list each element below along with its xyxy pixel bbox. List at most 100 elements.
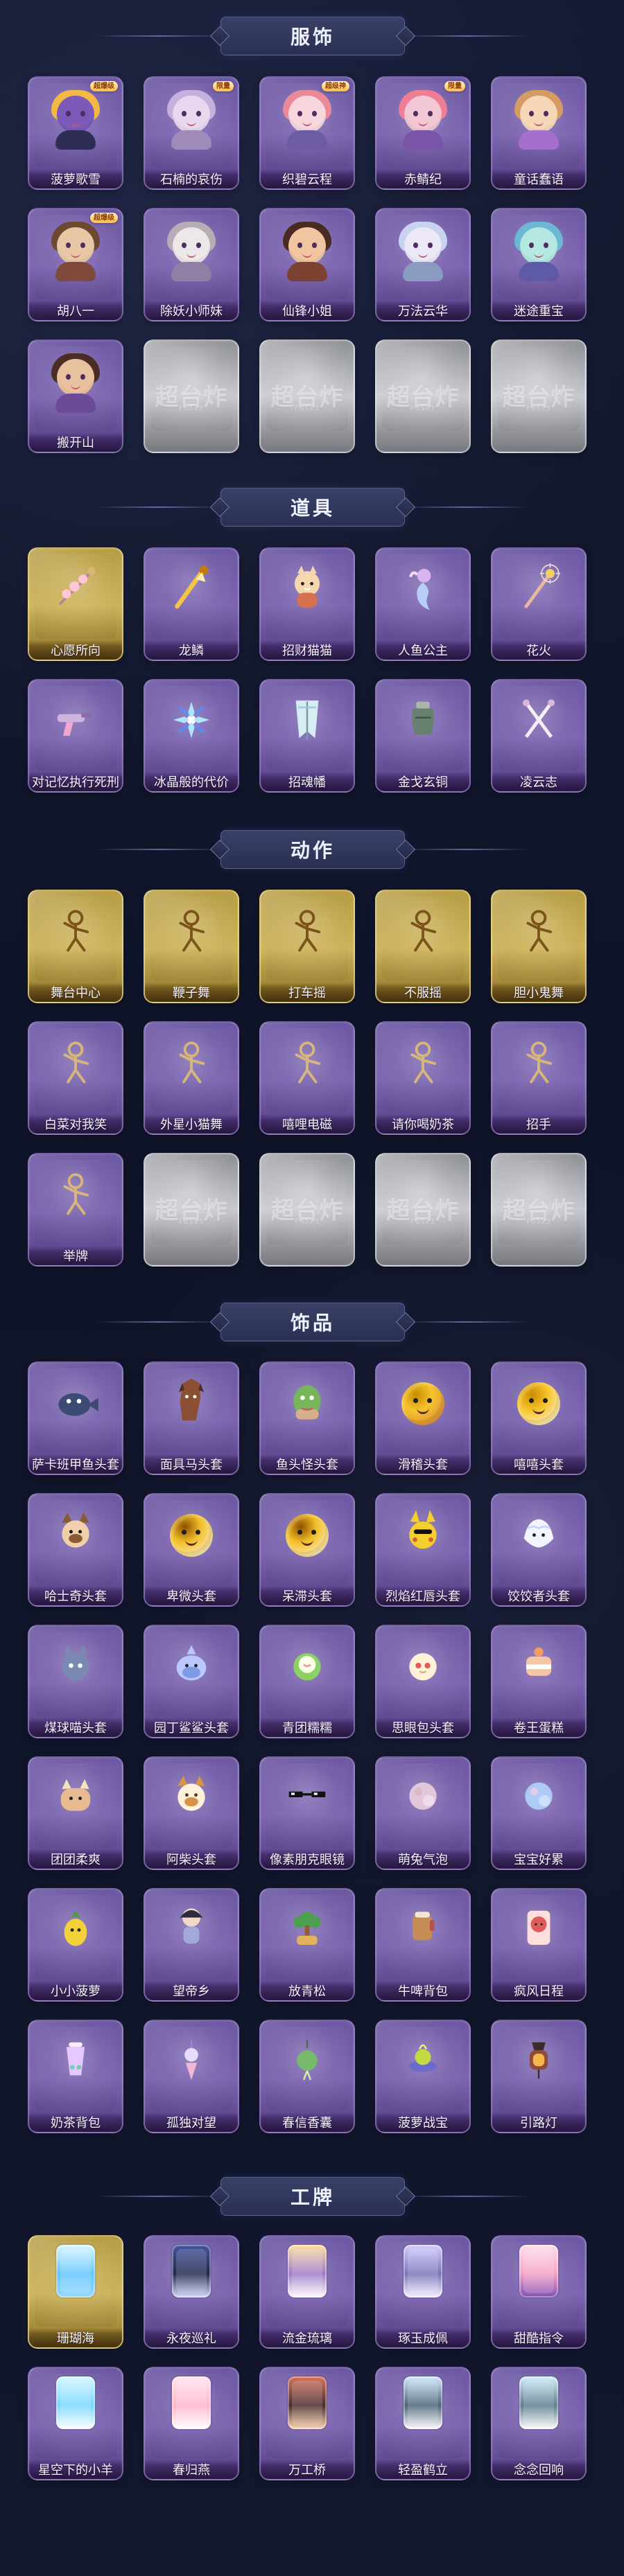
items-card-4[interactable]: 人鱼公主 bbox=[375, 547, 471, 661]
face-shape bbox=[404, 227, 442, 265]
face-shape bbox=[173, 96, 210, 133]
items-card-3[interactable]: 招财猫猫 bbox=[259, 547, 355, 661]
accessories-card-10[interactable]: 饺饺者头套 bbox=[491, 1493, 587, 1607]
bubble-icon bbox=[409, 1782, 437, 1810]
badges-card-1[interactable]: 珊瑚海 bbox=[28, 2235, 123, 2349]
actions-card-10[interactable]: 招手 bbox=[491, 1021, 587, 1135]
accessories-card-15[interactable]: 卷王蛋糕 bbox=[491, 1625, 587, 1738]
badges-card-2[interactable]: 永夜巡礼 bbox=[144, 2235, 239, 2349]
items-card-10[interactable]: 凌云志 bbox=[491, 679, 587, 793]
accessories-card-7[interactable]: 卑微头套 bbox=[144, 1493, 239, 1607]
accessories-card-11[interactable]: 煤球喵头套 bbox=[28, 1625, 123, 1738]
pixel-glasses-icon bbox=[288, 1791, 326, 1797]
accessories-card-30[interactable]: 引路灯 bbox=[491, 2020, 587, 2133]
accessories-card-9[interactable]: 烈焰红唇头套 bbox=[375, 1493, 471, 1607]
accessories-card-8[interactable]: 呆滞头套 bbox=[259, 1493, 355, 1607]
actions-card-1[interactable]: 舞台中心 bbox=[28, 890, 123, 1003]
right-eye bbox=[427, 1398, 432, 1403]
actions-card-12[interactable]: 超台炸 Fd5x3 bbox=[144, 1153, 239, 1267]
accessories-card-13[interactable]: 青团糯糯 bbox=[259, 1625, 355, 1738]
accessories-card-23[interactable]: 放青松 bbox=[259, 1888, 355, 2002]
items-card-8[interactable]: 招魂幡 bbox=[259, 679, 355, 793]
accessories-card-24[interactable]: 牛啤背包 bbox=[375, 1888, 471, 2002]
emoji-head-icon bbox=[276, 1507, 338, 1569]
badges-card-4[interactable]: 琢玉成佩 bbox=[375, 2235, 471, 2349]
accessories-card-12[interactable]: 园丁鲨鲨头套 bbox=[144, 1625, 239, 1738]
clothing-card-5[interactable]: 童话蠢语 bbox=[491, 76, 587, 190]
items-card-1[interactable]: 心愿所向 bbox=[28, 547, 123, 661]
accessories-card-28[interactable]: 春信香囊 bbox=[259, 2020, 355, 2133]
left-eye bbox=[529, 242, 534, 248]
actions-card-2[interactable]: 鞭子舞 bbox=[144, 890, 239, 1003]
badges-card-9[interactable]: 轻盈鹤立 bbox=[375, 2367, 471, 2480]
accessories-card-21[interactable]: 小小菠萝 bbox=[28, 1888, 123, 2002]
clothing-card-2[interactable]: 限量 石楠的哀伤 bbox=[144, 76, 239, 190]
accessories-card-2[interactable]: 面具马头套 bbox=[144, 1361, 239, 1475]
face-shape bbox=[173, 227, 210, 265]
accessories-card-16[interactable]: 团团柔爽 bbox=[28, 1756, 123, 1870]
actions-card-8[interactable]: 嘻哩电磁 bbox=[259, 1021, 355, 1135]
badges-card-5[interactable]: 甜酷指令 bbox=[491, 2235, 587, 2349]
actions-card-15[interactable]: 超台炸 Fd5x3 bbox=[491, 1153, 587, 1267]
dance-pose-icon bbox=[526, 1041, 553, 1084]
badges-card-6[interactable]: 星空下的小羊 bbox=[28, 2367, 123, 2480]
clothing-card-3[interactable]: 超级神 织碧云程 bbox=[259, 76, 355, 190]
items-card-6[interactable]: 对记忆执行死刑 bbox=[28, 679, 123, 793]
accessories-card-5[interactable]: 嘻嘻头套 bbox=[491, 1361, 587, 1475]
accessories-card-3[interactable]: 鱼头怪头套 bbox=[259, 1361, 355, 1475]
beer-backpack-icon bbox=[413, 1912, 435, 1941]
card-label: 招财猫猫 bbox=[261, 640, 354, 660]
actions-card-5[interactable]: 胆小鬼舞 bbox=[491, 890, 587, 1003]
badge-card-icon bbox=[404, 2376, 442, 2429]
clothing-card-6[interactable]: 超爆级 胡八一 bbox=[28, 208, 123, 321]
left-eye bbox=[182, 242, 187, 248]
watermark-subtext: Fd5x3 bbox=[295, 1218, 320, 1226]
clothing-card-7[interactable]: 除妖小师妹 bbox=[144, 208, 239, 321]
accessories-card-17[interactable]: 阿柴头套 bbox=[144, 1756, 239, 1870]
accessories-card-4[interactable]: 滑稽头套 bbox=[375, 1361, 471, 1475]
accessories-card-6[interactable]: 哈士奇头套 bbox=[28, 1493, 123, 1607]
clothing-card-14[interactable]: 超台炸 Fd5x3 bbox=[375, 339, 471, 453]
accessories-card-27[interactable]: 孤独对望 bbox=[144, 2020, 239, 2133]
items-card-5[interactable]: 花火 bbox=[491, 547, 587, 661]
clothing-card-8[interactable]: 仙锋小姐 bbox=[259, 208, 355, 321]
clothing-card-12[interactable]: 超台炸 Fd5x3 bbox=[144, 339, 239, 453]
badges-card-10[interactable]: 念念回响 bbox=[491, 2367, 587, 2480]
actions-card-14[interactable]: 超台炸 Fd5x3 bbox=[375, 1153, 471, 1267]
accessories-card-19[interactable]: 萌兔气泡 bbox=[375, 1756, 471, 1870]
items-card-9[interactable]: 金戈玄铜 bbox=[375, 679, 471, 793]
accessories-card-22[interactable]: 望帝乡 bbox=[144, 1888, 239, 2002]
clothing-card-4[interactable]: 限量 赤鲭纪 bbox=[375, 76, 471, 190]
actions-card-4[interactable]: 不服摇 bbox=[375, 890, 471, 1003]
badges-card-7[interactable]: 春归燕 bbox=[144, 2367, 239, 2480]
outfit-shape bbox=[403, 130, 443, 150]
items-card-7[interactable]: 冰晶般的代价 bbox=[144, 679, 239, 793]
accessories-card-29[interactable]: 菠萝战宝 bbox=[375, 2020, 471, 2133]
clothing-card-1[interactable]: 超爆级 菠萝歌雪 bbox=[28, 76, 123, 190]
card-label: 舞台中心 bbox=[29, 982, 122, 1002]
badges-card-8[interactable]: 万工桥 bbox=[259, 2367, 355, 2480]
accessories-card-25[interactable]: 疯风日程 bbox=[491, 1888, 587, 2002]
badges-card-3[interactable]: 流金琉璃 bbox=[259, 2235, 355, 2349]
actions-card-6[interactable]: 白菜对我笑 bbox=[28, 1021, 123, 1135]
actions-card-11[interactable]: 举牌 bbox=[28, 1153, 123, 1267]
accessories-card-26[interactable]: 奶茶背包 bbox=[28, 2020, 123, 2133]
accessories-card-1[interactable]: 萨卡班甲鱼头套 bbox=[28, 1361, 123, 1475]
actions-card-3[interactable]: 打车摇 bbox=[259, 890, 355, 1003]
clothing-card-9[interactable]: 万法云华 bbox=[375, 208, 471, 321]
clothing-card-13[interactable]: 超台炸 Fd5x3 bbox=[259, 339, 355, 453]
dance-pose-icon bbox=[526, 910, 553, 952]
clothing-card-11[interactable]: 搬开山 bbox=[28, 339, 123, 453]
items-card-2[interactable]: 龙鳞 bbox=[144, 547, 239, 661]
cat-head-icon bbox=[62, 1645, 89, 1681]
clothing-card-15[interactable]: 超台炸 Fd5x3 bbox=[491, 339, 587, 453]
actions-card-7[interactable]: 外星小猫舞 bbox=[144, 1021, 239, 1135]
accessories-card-18[interactable]: 像素朋克眼镜 bbox=[259, 1756, 355, 1870]
clothing-card-10[interactable]: 迷途重宝 bbox=[491, 208, 587, 321]
actions-card-13[interactable]: 超台炸 Fd5x3 bbox=[259, 1153, 355, 1267]
card-label: 外星小猫舞 bbox=[145, 1114, 238, 1133]
accessories-card-20[interactable]: 宝宝好累 bbox=[491, 1756, 587, 1870]
accessories-card-14[interactable]: 思眼包头套 bbox=[375, 1625, 471, 1738]
watermark-subtext: Fd5x3 bbox=[410, 1218, 435, 1226]
actions-card-9[interactable]: 请你喝奶茶 bbox=[375, 1021, 471, 1135]
